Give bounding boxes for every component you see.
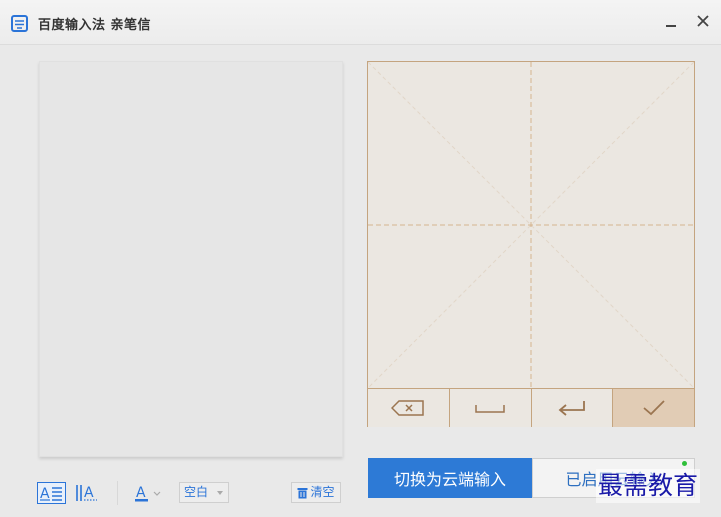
pad-guide-grid xyxy=(368,62,694,388)
font-color-icon: A xyxy=(135,485,161,502)
title-bar: 百度输入法 亲笔信 xyxy=(0,0,721,45)
vertical-text-mode-button[interactable]: A xyxy=(73,482,100,504)
minimize-button[interactable] xyxy=(664,12,678,32)
font-color-button[interactable]: A xyxy=(132,482,164,504)
confirm-check-icon xyxy=(643,400,665,416)
svg-text:A: A xyxy=(136,485,146,501)
background-style-value: 空白 xyxy=(184,485,209,499)
handwriting-pad[interactable] xyxy=(367,61,695,427)
baidu-ime-app-icon xyxy=(11,15,28,32)
horizontal-text-icon: A xyxy=(40,486,62,501)
close-icon xyxy=(697,15,709,27)
close-button[interactable] xyxy=(696,13,710,29)
status-dot xyxy=(682,461,687,466)
clear-button[interactable]: 清空 xyxy=(291,482,341,503)
watermark-text: 最需教育 xyxy=(596,469,701,503)
enter-icon xyxy=(558,401,585,416)
background-style-dropdown[interactable]: 空白 xyxy=(179,482,229,503)
clear-label: 清空 xyxy=(310,485,335,499)
backspace-icon xyxy=(391,400,425,416)
svg-text:A: A xyxy=(40,486,50,501)
window-title: 百度输入法 亲笔信 xyxy=(38,18,152,33)
enter-button[interactable] xyxy=(531,389,614,427)
horizontal-text-mode-button[interactable]: A xyxy=(37,482,66,504)
space-button[interactable] xyxy=(449,389,532,427)
switch-to-cloud-input-button[interactable]: 切换为云端输入 xyxy=(368,458,532,498)
vertical-text-icon: A xyxy=(75,485,97,501)
backspace-button[interactable] xyxy=(368,389,450,427)
confirm-button[interactable] xyxy=(613,389,694,427)
chevron-down-icon xyxy=(217,491,223,495)
svg-text:A: A xyxy=(84,485,94,501)
text-preview-area[interactable] xyxy=(39,61,343,457)
toolbar-divider xyxy=(117,481,118,505)
space-icon xyxy=(475,405,505,413)
pad-button-row xyxy=(368,388,694,427)
trash-icon xyxy=(297,487,308,498)
